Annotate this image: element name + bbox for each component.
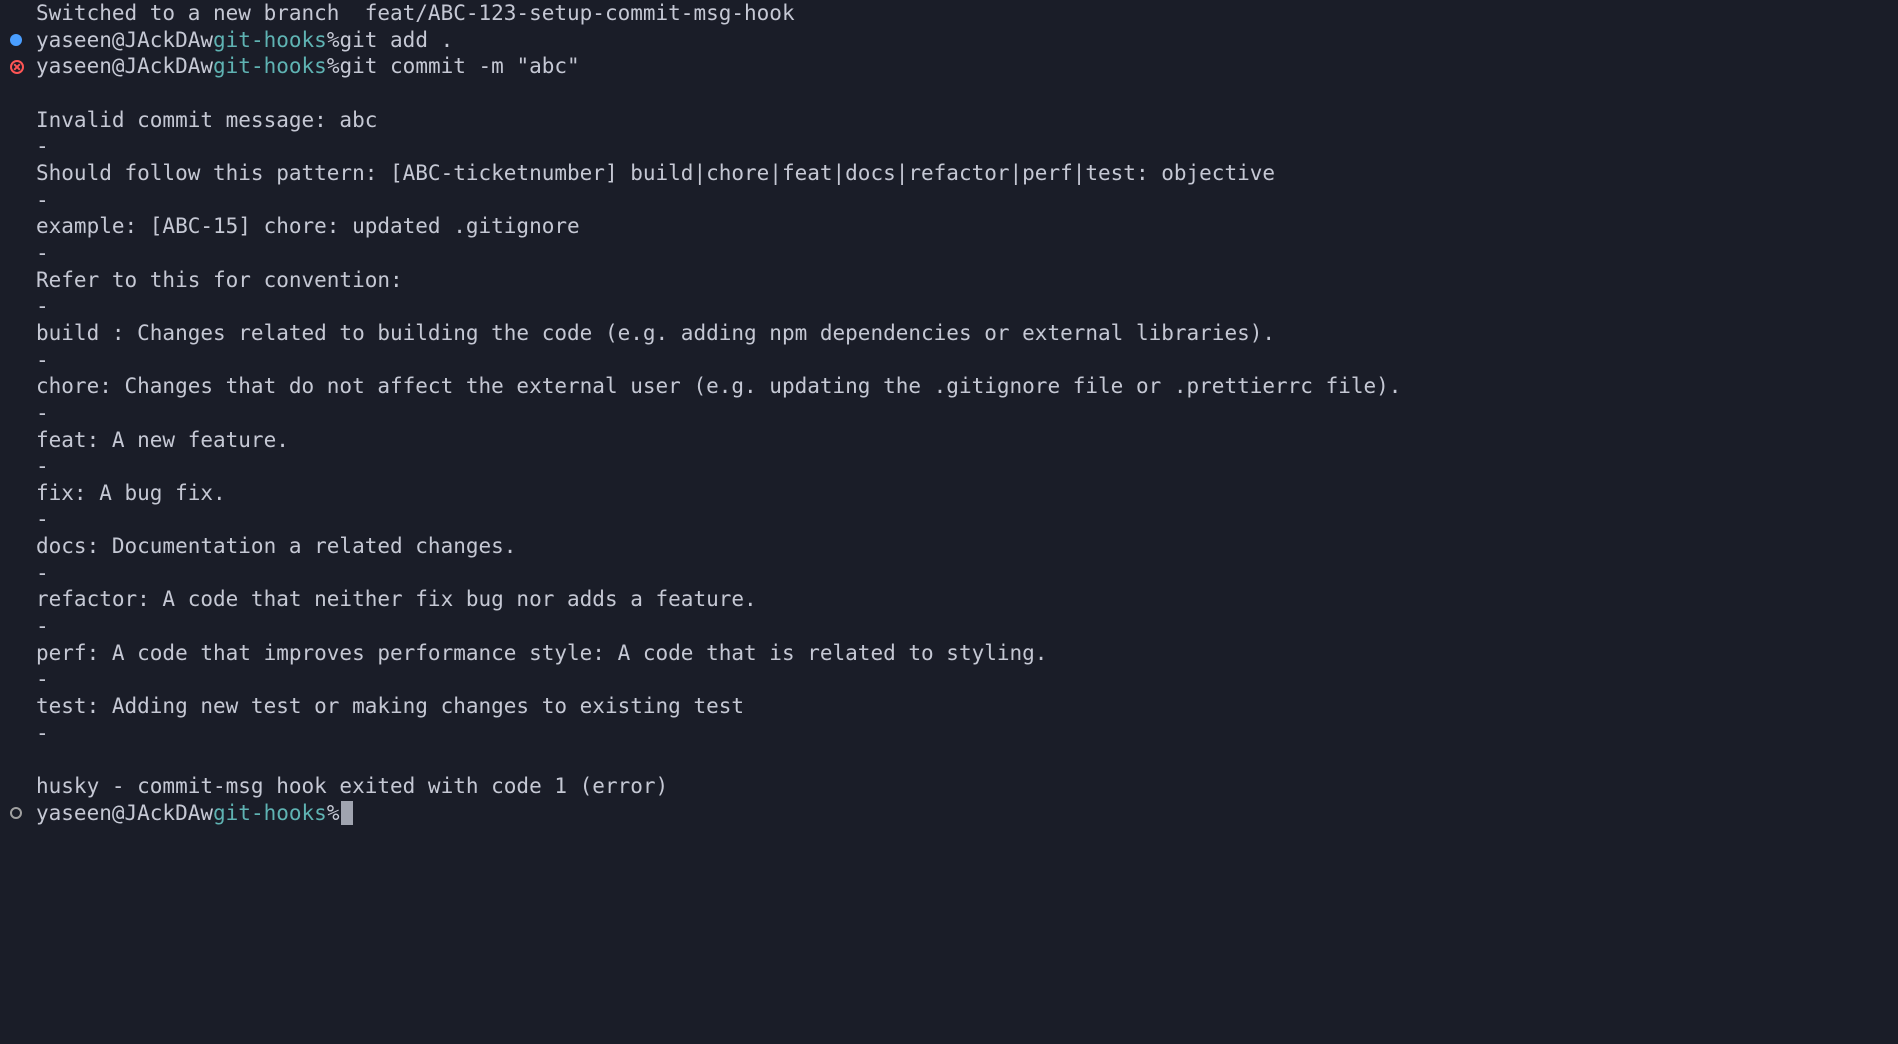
terminal-output-line: refactor: A code that neither fix bug no… bbox=[0, 586, 1898, 613]
terminal-cursor bbox=[341, 801, 353, 825]
prompt-line-2: yaseen@JAckDAw git-hooks % git commit -m… bbox=[0, 53, 1898, 80]
command-text: git commit -m "abc" bbox=[339, 53, 579, 80]
terminal-output-line: test: Adding new test or making changes … bbox=[0, 693, 1898, 720]
terminal-output-line: - bbox=[0, 613, 1898, 640]
terminal-output-line: Should follow this pattern: [ABC-ticketn… bbox=[0, 160, 1898, 187]
prompt-line-3: yaseen@JAckDAw git-hooks % bbox=[0, 800, 1898, 827]
prompt-user: yaseen@JAckDAw bbox=[36, 53, 213, 80]
prompt-symbol: % bbox=[327, 27, 340, 54]
prompt-line-1: yaseen@JAckDAw git-hooks % git add . bbox=[0, 27, 1898, 54]
command-text: git add . bbox=[339, 27, 453, 54]
prompt-symbol: % bbox=[327, 53, 340, 80]
terminal-output-line: - bbox=[0, 506, 1898, 533]
terminal-output-line: - bbox=[0, 666, 1898, 693]
terminal-output[interactable]: Switched to a new branch feat/ABC-123-se… bbox=[0, 0, 1898, 826]
terminal-output-line bbox=[0, 80, 1898, 107]
terminal-output-line: - bbox=[0, 293, 1898, 320]
terminal-output-line: husky - commit-msg hook exited with code… bbox=[0, 773, 1898, 800]
status-neutral-icon bbox=[10, 807, 22, 819]
prompt-symbol: % bbox=[327, 800, 340, 827]
terminal-output-line: - bbox=[0, 400, 1898, 427]
prompt-user: yaseen@JAckDAw bbox=[36, 800, 213, 827]
terminal-output-line: perf: A code that improves performance s… bbox=[0, 640, 1898, 667]
terminal-output-line: - bbox=[0, 133, 1898, 160]
terminal-output-line: - bbox=[0, 453, 1898, 480]
terminal-output-line: - bbox=[0, 347, 1898, 374]
terminal-output-line: build : Changes related to building the … bbox=[0, 320, 1898, 347]
terminal-output-line: - bbox=[0, 187, 1898, 214]
terminal-output-line bbox=[0, 746, 1898, 773]
terminal-output-line: docs: Documentation a related changes. bbox=[0, 533, 1898, 560]
prompt-directory: git-hooks bbox=[213, 27, 327, 54]
prompt-directory: git-hooks bbox=[213, 800, 327, 827]
terminal-output-line: feat: A new feature. bbox=[0, 427, 1898, 454]
terminal-line: Switched to a new branch feat/ABC-123-se… bbox=[0, 0, 1898, 27]
terminal-output-line: chore: Changes that do not affect the ex… bbox=[0, 373, 1898, 400]
terminal-output-line: example: [ABC-15] chore: updated .gitign… bbox=[0, 213, 1898, 240]
status-success-icon bbox=[10, 34, 22, 46]
terminal-output-line: - bbox=[0, 240, 1898, 267]
terminal-output-line: Invalid commit message: abc bbox=[0, 107, 1898, 134]
terminal-output-line: Refer to this for convention: bbox=[0, 267, 1898, 294]
status-error-icon bbox=[10, 60, 24, 74]
terminal-output-line: fix: A bug fix. bbox=[0, 480, 1898, 507]
terminal-output-line: - bbox=[0, 720, 1898, 747]
terminal-output-line: - bbox=[0, 560, 1898, 587]
prompt-user: yaseen@JAckDAw bbox=[36, 27, 213, 54]
prompt-directory: git-hooks bbox=[213, 53, 327, 80]
